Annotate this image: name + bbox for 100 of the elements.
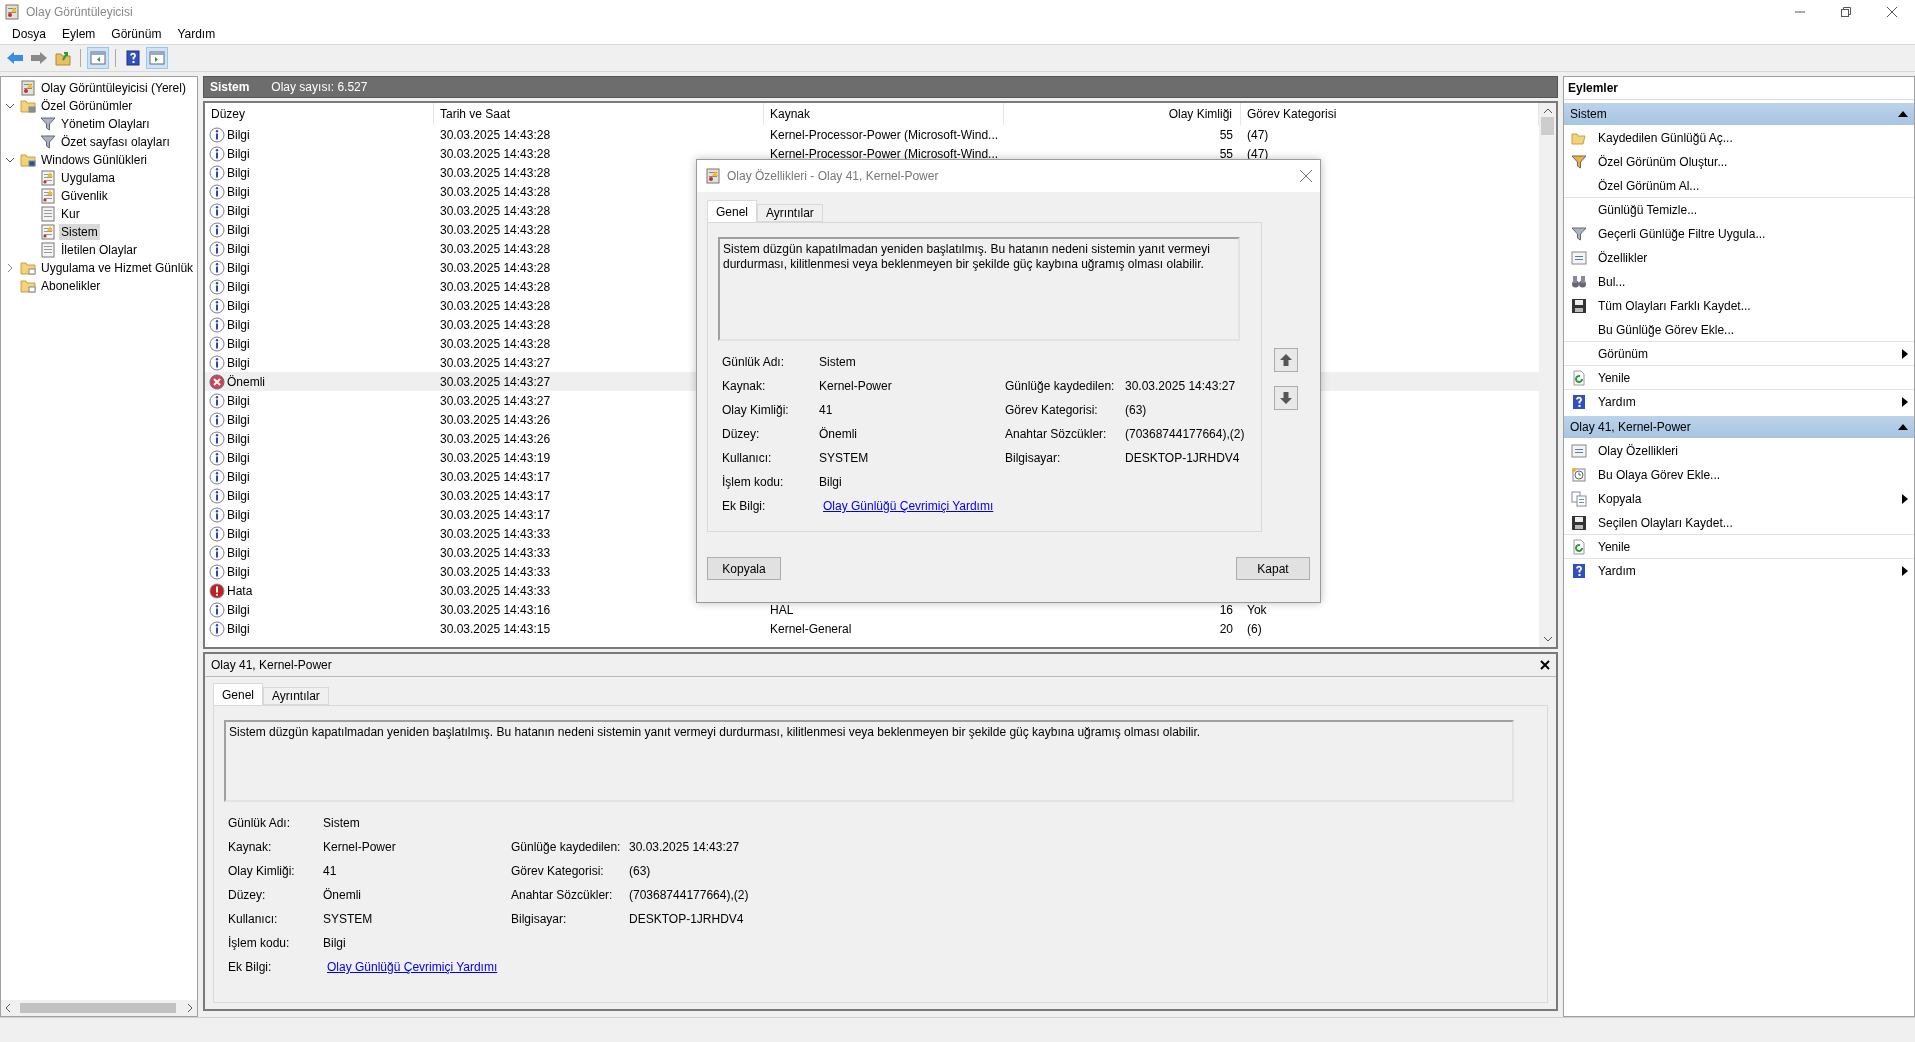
table-cell: 30.03.2025 14:43:28 xyxy=(440,127,551,142)
table-cell: 30.03.2025 14:43:28 xyxy=(440,241,551,256)
table-cell: 30.03.2025 14:43:28 xyxy=(440,298,551,313)
field-value: Bilgi xyxy=(819,475,843,491)
table-cell: 30.03.2025 14:43:26 xyxy=(440,431,551,446)
field-label: Olay Kimliği: xyxy=(228,864,296,880)
table-cell: Bilgi xyxy=(227,127,250,142)
field-value: DESKTOP-1JRHDV4 xyxy=(1125,451,1241,467)
table-cell: 30.03.2025 14:43:28 xyxy=(440,260,551,275)
field-label: Olay Kimliği: xyxy=(722,403,790,419)
table-cell: 30.03.2025 14:43:33 xyxy=(440,583,551,598)
field-label: Düzey: xyxy=(722,427,761,443)
field-label: İşlem kodu: xyxy=(722,475,785,491)
field-label: Kaynak: xyxy=(228,840,273,856)
field-label: Günlüğe kaydedilen: xyxy=(511,840,622,856)
table-cell: Bilgi xyxy=(227,184,250,199)
table-cell: Yok xyxy=(1247,602,1267,617)
field-label: Günlüğe kaydedilen: xyxy=(1005,379,1116,395)
field-label: İşlem kodu: xyxy=(228,936,291,952)
field-label: Günlük Adı: xyxy=(228,816,292,832)
field-value: Kernel-Power xyxy=(323,840,397,856)
field-label: Anahtar Sözcükler: xyxy=(511,888,614,904)
actions-title: Eylemler xyxy=(1564,77,1914,100)
field-value: Bilgi xyxy=(323,936,347,952)
table-cell: 30.03.2025 14:43:28 xyxy=(440,165,551,180)
field-value: Önemli xyxy=(323,888,362,904)
field-value: DESKTOP-1JRHDV4 xyxy=(629,912,745,928)
table-cell: Bilgi xyxy=(227,469,250,484)
table-cell: 30.03.2025 14:43:33 xyxy=(440,526,551,541)
table-cell: Bilgi xyxy=(227,279,250,294)
table-cell: Bilgi xyxy=(227,507,250,522)
field-label: Kullanıcı: xyxy=(722,451,773,467)
window-title: Olay Görüntüleyicisi xyxy=(26,5,134,19)
table-cell: 30.03.2025 14:43:33 xyxy=(440,545,551,560)
log-name: Sistem xyxy=(210,80,250,94)
table-cell: 30.03.2025 14:43:17 xyxy=(440,488,551,503)
table-cell: Bilgi xyxy=(227,488,250,503)
table-cell: 30.03.2025 14:43:16 xyxy=(440,602,551,617)
table-cell: Hata xyxy=(227,583,253,598)
table-cell: 55 xyxy=(1219,127,1233,142)
event-count: Olay sayısı: 6.527 xyxy=(271,80,368,94)
field-value: (70368744177664),(2) xyxy=(629,888,750,904)
table-cell: 30.03.2025 14:43:33 xyxy=(440,564,551,579)
description-text: Sistem düzgün kapatılmadan yeniden başlatılmış. Bu hatanın nedeni sistemin yanıt vermeyi durdurması, kilitlenmesi veya beklenmeyen bir şekilde güç kaybına uğramış olması olabilir. xyxy=(224,720,1514,802)
table-cell: Bilgi xyxy=(227,355,250,370)
table-cell: Bilgi xyxy=(227,165,250,180)
table-cell: 16 xyxy=(1219,602,1233,617)
table-cell: Kernel-Processor-Power (Microsoft-Wind... xyxy=(770,146,999,161)
table-cell: Bilgi xyxy=(227,621,250,636)
field-label: Kullanıcı: xyxy=(228,912,279,928)
field-label: Düzey: xyxy=(228,888,267,904)
table-cell: 30.03.2025 14:43:15 xyxy=(440,621,551,636)
table-cell: 30.03.2025 14:43:19 xyxy=(440,450,551,465)
field-label: Bilgisayar: xyxy=(511,912,568,928)
field-value: 30.03.2025 14:43:27 xyxy=(629,840,741,856)
table-cell: Bilgi xyxy=(227,450,250,465)
table-cell: (6) xyxy=(1247,621,1262,636)
field-value: SYSTEM xyxy=(819,451,870,467)
table-cell: (47) xyxy=(1247,127,1269,142)
table-cell: 30.03.2025 14:43:17 xyxy=(440,469,551,484)
field-label: Anahtar Sözcükler: xyxy=(1005,427,1108,443)
table-cell: Bilgi xyxy=(227,260,250,275)
field-value: SYSTEM xyxy=(323,912,374,928)
table-cell: Bilgi xyxy=(227,564,250,579)
field-value: (63) xyxy=(1125,403,1148,419)
field-label: Görev Kategorisi: xyxy=(511,864,605,880)
field-label: Ek Bilgi: xyxy=(722,499,767,515)
table-cell: 30.03.2025 14:43:28 xyxy=(440,336,551,351)
table-cell: Önemli xyxy=(227,374,265,389)
field-value: 30.03.2025 14:43:27 xyxy=(1125,379,1237,395)
table-cell: Bilgi xyxy=(227,545,250,560)
table-cell: 30.03.2025 14:43:28 xyxy=(440,279,551,294)
description-text: Sistem düzgün kapatılmadan yeniden başlatılmış. Bu hatanın nedeni sistemin yanıt vermeyi durdurması, kilitlenmesi veya beklenmeyen bir şekilde güç kaybına uğramış olması olabilir. xyxy=(718,237,1240,341)
table-cell: Bilgi xyxy=(227,317,250,332)
table-cell: 30.03.2025 14:43:28 xyxy=(440,146,551,161)
table-cell: 20 xyxy=(1219,621,1233,636)
table-cell: 30.03.2025 14:43:28 xyxy=(440,222,551,237)
table-cell: 30.03.2025 14:43:27 xyxy=(440,355,551,370)
field-label: Ek Bilgi: xyxy=(228,960,273,976)
field-value: Kernel-Power xyxy=(819,379,893,395)
field-value: Önemli xyxy=(819,427,858,443)
field-label: Bilgisayar: xyxy=(1005,451,1062,467)
table-cell: Kernel-General xyxy=(770,621,852,636)
field-label: Günlük Adı: xyxy=(722,355,786,371)
table-cell: Bilgi xyxy=(227,431,250,446)
dialog-title: Olay Özellikleri - Olay 41, Kernel-Power xyxy=(727,169,940,183)
field-label: Görev Kategorisi: xyxy=(1005,403,1099,419)
table-cell: Bilgi xyxy=(227,412,250,427)
table-cell: 30.03.2025 14:43:27 xyxy=(440,374,551,389)
table-cell: Bilgi xyxy=(227,336,250,351)
table-cell: Bilgi xyxy=(227,393,250,408)
table-cell: 30.03.2025 14:43:26 xyxy=(440,412,551,427)
table-cell: Bilgi xyxy=(227,602,250,617)
field-value: Sistem xyxy=(323,816,361,832)
table-cell: Bilgi xyxy=(227,526,250,541)
field-value: Sistem xyxy=(819,355,857,371)
field-value: (70368744177664),(2) xyxy=(1125,427,1246,443)
table-cell: Bilgi xyxy=(227,241,250,256)
table-cell: Bilgi xyxy=(227,222,250,237)
table-cell: 30.03.2025 14:43:28 xyxy=(440,317,551,332)
